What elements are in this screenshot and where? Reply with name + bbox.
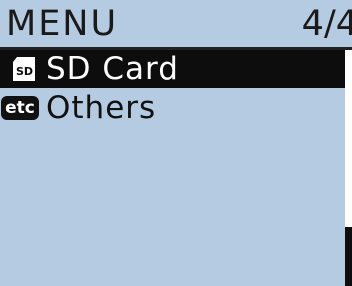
svg-text:SD: SD [16, 65, 33, 78]
sd-card-icon: SD [10, 56, 38, 82]
scrollbar[interactable] [345, 50, 352, 286]
menu-item-label: Others [46, 90, 157, 126]
scroll-thumb[interactable] [345, 227, 352, 286]
menu-screen: MENU 4/4 SD SD Card etc Others [0, 0, 352, 286]
menu-item-others[interactable]: etc Others [0, 89, 345, 127]
menu-list: SD SD Card etc Others [0, 50, 345, 127]
menu-item-label: SD Card [46, 51, 179, 87]
menu-item-sd-card[interactable]: SD SD Card [0, 50, 345, 88]
etc-icon: etc [1, 96, 39, 120]
menu-title: MENU [6, 4, 119, 44]
menu-header: MENU 4/4 [0, 0, 352, 50]
page-indicator: 4/4 [301, 4, 352, 44]
